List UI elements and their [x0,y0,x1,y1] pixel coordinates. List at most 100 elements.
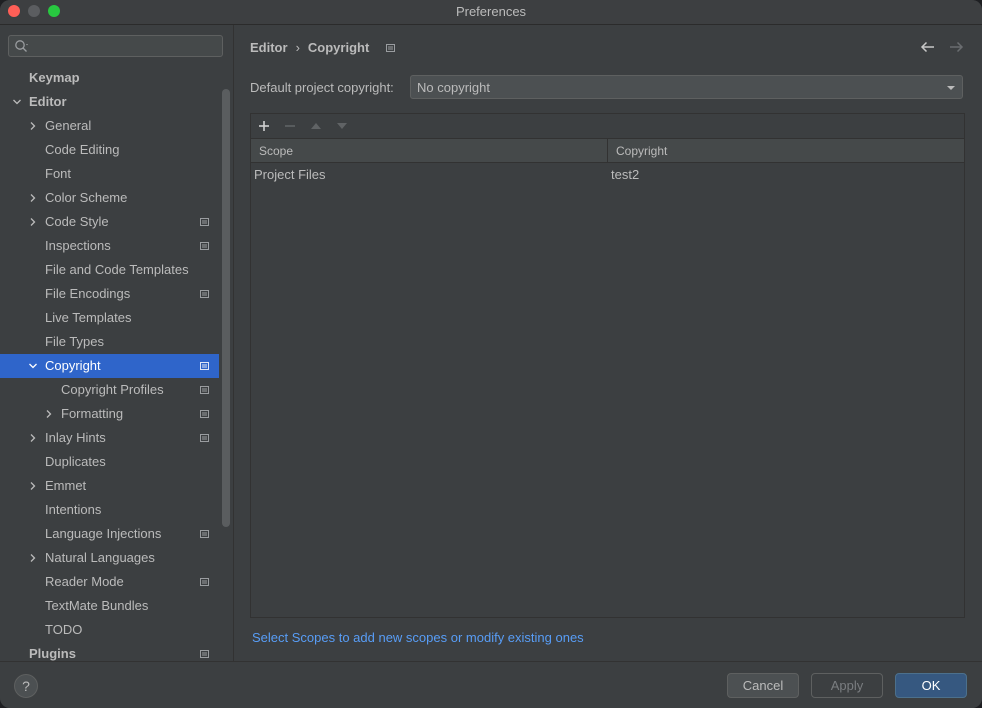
sidebar-item[interactable]: Inspections [0,234,219,258]
cell-scope[interactable]: Project Files [254,167,326,182]
sidebar-item-label: TODO [45,622,83,637]
window-title: Preferences [455,4,527,19]
sidebar-item-label: File Types [45,334,105,349]
sidebar-item[interactable]: File Encodings [0,282,219,306]
remove-icon[interactable] [282,118,298,134]
breadcrumb-separator: › [295,40,300,55]
breadcrumb-editor[interactable]: Editor [250,40,288,55]
sidebar-item[interactable]: File Types [0,330,219,354]
sidebar-item[interactable]: Code Style [0,210,219,234]
preferences-window: Preferences Keymap Editor General Code Edit… [0,0,982,708]
sidebar-item-label: Inlay Hints [45,430,106,445]
sidebar-item[interactable]: Plugins [0,642,219,661]
move-up-icon[interactable] [308,118,324,134]
sidebar-item-label: Keymap [29,70,80,85]
project-level-icon [200,218,209,226]
sidebar-item-label: Editor [29,94,67,109]
sidebar-item-label: Emmet [45,478,87,493]
sidebar-item[interactable]: Copyright [0,354,219,378]
sidebar-item[interactable]: Color Scheme [0,186,219,210]
forward-arrow-icon[interactable] [948,39,964,55]
sidebar-item[interactable]: TextMate Bundles [0,594,219,618]
sidebar-item-label: Copyright Profiles [61,382,164,397]
sidebar-item-label: General [45,118,92,133]
sidebar-item-label: Inspections [45,238,111,253]
sidebar-item[interactable]: Duplicates [0,450,219,474]
sidebar-item[interactable]: Font [0,162,219,186]
sidebar-item[interactable]: Keymap [0,66,219,90]
column-header-copyright[interactable]: Copyright [616,144,667,158]
sidebar-item[interactable]: Natural Languages [0,546,219,570]
chevron-right-icon[interactable] [28,193,38,203]
back-arrow-icon[interactable] [920,39,936,55]
move-down-icon[interactable] [334,118,350,134]
dialog-footer: ? Cancel Apply OK [0,661,982,708]
settings-sidebar: Keymap Editor General Code Editing Font Color… [0,25,234,661]
sidebar-item-label: Formatting [61,406,124,421]
sidebar-item[interactable]: General [0,114,219,138]
chevron-down-icon[interactable] [28,361,38,371]
sidebar-item[interactable]: Emmet [0,474,219,498]
sidebar-item[interactable]: Reader Mode [0,570,219,594]
sidebar-item-label: Live Templates [45,310,132,325]
sidebar-item-label: TextMate Bundles [45,598,149,613]
settings-search-input[interactable] [8,35,223,57]
sidebar-item-label: Reader Mode [45,574,124,589]
chevron-right-icon[interactable] [28,481,38,491]
copyright-settings-panel: Editor › Copyright Default project copyrig… [234,25,982,661]
project-level-icon [200,290,209,298]
project-level-icon [200,410,209,418]
add-icon[interactable] [256,118,272,134]
project-level-icon [200,578,209,586]
sidebar-item[interactable]: Code Editing [0,138,219,162]
sidebar-item[interactable]: Inlay Hints [0,426,219,450]
chevron-down-icon[interactable] [12,97,22,107]
sidebar-item-label: Font [45,166,72,181]
chevron-right-icon[interactable] [28,217,38,227]
project-level-icon [200,434,209,442]
sidebar-item-label: Code Style [45,214,109,229]
search-icon [15,40,28,52]
project-level-icon [200,650,209,658]
sidebar-item[interactable]: File and Code Templates [0,258,219,282]
sidebar-item-label: Language Injections [45,526,162,541]
table-row[interactable]: Project Files test2 [251,164,964,186]
sidebar-item-label: Code Editing [45,142,120,157]
column-divider[interactable] [607,139,608,163]
default-copyright-label: Default project copyright: [250,80,394,95]
sidebar-item[interactable]: Copyright Profiles [0,378,219,402]
ok-button[interactable]: OK [895,673,967,698]
chevron-right-icon[interactable] [28,433,38,443]
column-header-scope[interactable]: Scope [259,144,293,158]
apply-button[interactable]: Apply [811,673,883,698]
project-level-icon [200,530,209,538]
breadcrumb-copyright: Copyright [307,40,370,55]
sidebar-scrollbar[interactable] [222,89,230,527]
sidebar-item-label: File Encodings [45,286,131,301]
table-toolbar [251,114,964,138]
sidebar-item[interactable]: Language Injections [0,522,219,546]
sidebar-item[interactable]: Live Templates [0,306,219,330]
sidebar-item[interactable]: Intentions [0,498,219,522]
chevron-right-icon[interactable] [28,553,38,563]
cancel-button[interactable]: Cancel [727,673,799,698]
chevron-down-icon [947,86,955,90]
sidebar-item-label: Duplicates [45,454,106,469]
sidebar-item-label: Copyright [45,358,101,373]
project-level-icon [200,362,209,370]
cell-copyright[interactable]: test2 [611,167,639,182]
select-scopes-link[interactable]: Select Scopes to add new scopes or modif… [252,630,584,645]
sidebar-item[interactable]: Formatting [0,402,219,426]
sidebar-item-label: Natural Languages [45,550,155,565]
sidebar-item[interactable]: TODO [0,618,219,642]
chevron-right-icon[interactable] [28,121,38,131]
title-bar: Preferences [0,0,982,25]
sidebar-item[interactable]: Editor [0,90,219,114]
default-copyright-select[interactable]: No copyright [410,75,963,99]
sidebar-item-label: Intentions [45,502,102,517]
project-level-icon [200,386,209,394]
sidebar-item-label: File and Code Templates [45,262,189,277]
scope-copyright-table-panel: Scope Copyright Project Files test2 [250,113,965,618]
help-button[interactable]: ? [14,674,38,698]
chevron-right-icon[interactable] [44,409,54,419]
